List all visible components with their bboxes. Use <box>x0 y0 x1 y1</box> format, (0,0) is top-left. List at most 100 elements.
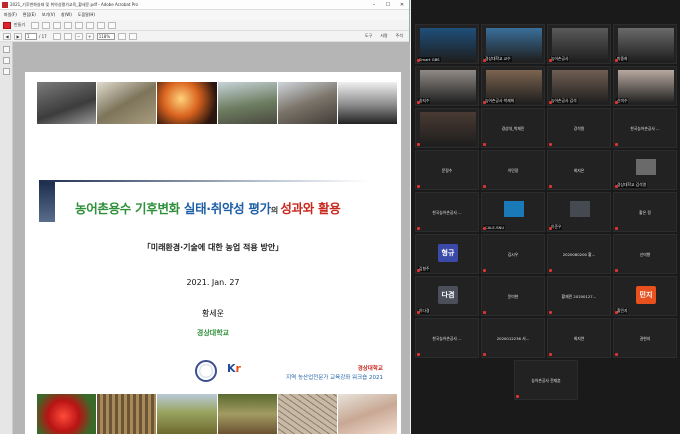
comment-icon[interactable] <box>86 21 95 29</box>
participant-tile[interactable]: 황재민 20200127... <box>547 276 611 316</box>
participant-tile[interactable]: 박중희 <box>613 24 677 64</box>
muted-mic-icon <box>549 185 552 188</box>
kr-logo-r: r <box>235 362 241 375</box>
title-segment-1: 농어촌용수 기후변화 <box>75 201 184 216</box>
muted-mic-icon <box>483 143 486 146</box>
participant-tile[interactable]: 경상대학교 교수 <box>481 24 545 64</box>
participant-tile[interactable]: 한국농어촌공사 ... <box>613 108 677 148</box>
maximize-icon[interactable]: ☐ <box>381 2 395 8</box>
participant-tile[interactable]: 송지수 <box>415 66 479 106</box>
menu-window[interactable]: 창(W) <box>61 12 72 18</box>
bookmarks-icon[interactable] <box>3 57 10 64</box>
participant-tile[interactable]: 이준우 <box>547 192 611 232</box>
minimize-icon[interactable]: – <box>367 2 381 8</box>
photo-livestock <box>337 394 398 434</box>
share-icon[interactable] <box>97 21 106 29</box>
zoom-out-icon[interactable]: − <box>74 32 83 40</box>
participant-tile[interactable]: 최지연 <box>547 318 611 358</box>
muted-mic-icon <box>615 185 618 188</box>
participant-name: 한국농어촌공사 ... <box>432 336 462 341</box>
title-segment-2: 실태·취약성 평가 <box>183 201 271 216</box>
participant-tile[interactable]: 최지은 <box>547 150 611 190</box>
open-icon[interactable] <box>31 21 40 29</box>
toolbar-main: 만들기 <box>0 20 409 31</box>
participant-tile[interactable]: 신미수 <box>613 66 677 106</box>
muted-mic-icon <box>615 59 618 62</box>
close-icon[interactable]: ✕ <box>395 2 409 8</box>
fit-width-icon[interactable] <box>128 32 137 40</box>
menu-help[interactable]: 도움말(H) <box>78 12 95 18</box>
next-page-icon[interactable]: ▶ <box>14 32 22 40</box>
participant-tile[interactable]: 윤미현 <box>481 276 545 316</box>
save-icon[interactable] <box>42 21 51 29</box>
participant-tile[interactable]: 농어촌공사 <box>547 24 611 64</box>
create-button[interactable]: 만들기 <box>14 22 25 28</box>
participant-tile[interactable] <box>415 108 479 148</box>
participant-tile[interactable]: Smart GBS <box>415 24 479 64</box>
participant-name: 최지연 <box>573 336 585 341</box>
select-tool-icon[interactable] <box>52 32 61 40</box>
menu-file[interactable]: 파일(F) <box>4 12 17 18</box>
participant-tile[interactable]: 경상대학교 김석영 <box>613 150 677 190</box>
participant-initials: 민지 <box>636 286 656 304</box>
muted-mic-icon <box>549 59 552 62</box>
muted-mic-icon <box>549 101 552 104</box>
document-area[interactable]: 농어촌용수 기후변화 실태·취약성 평가의 성과와 활용 「미래환경·기술에 대… <box>13 42 410 434</box>
participant-tile[interactable]: 형규 김형주 <box>415 234 479 274</box>
organizer-name: 경상대학교 <box>357 366 383 372</box>
tool-tabs: 도구 서명 주석 <box>357 33 403 39</box>
photo-ruins <box>277 82 337 124</box>
menu-view[interactable]: 보기(V) <box>42 12 55 18</box>
participant-tile[interactable]: 권현지 <box>613 318 677 358</box>
tools-tab[interactable]: 도구 <box>365 33 372 39</box>
participant-tile[interactable]: 농어촌공사 전재훈 <box>514 360 578 400</box>
photo-tomato <box>37 394 97 434</box>
muted-mic-icon <box>516 395 519 398</box>
participant-tile[interactable]: 문정수 <box>415 150 479 190</box>
participant-tile[interactable]: 황은 정 <box>613 192 677 232</box>
participant-tile[interactable]: 2020080200 황... <box>547 234 611 274</box>
participant-name: 농어촌공사 전재훈 <box>531 378 561 383</box>
hand-tool-icon[interactable] <box>63 32 72 40</box>
muted-mic-icon <box>615 143 618 146</box>
comment-tab[interactable]: 주석 <box>396 33 403 39</box>
page-number-input[interactable]: 1 <box>25 32 37 40</box>
muted-mic-icon <box>417 59 420 62</box>
participant-tile[interactable]: 2020012236 서... <box>481 318 545 358</box>
zoom-in-icon[interactable]: + <box>85 32 94 40</box>
page-thumbnails-icon[interactable] <box>3 46 10 53</box>
participant-tile[interactable]: 한국농어촌공사 ... <box>415 192 479 232</box>
desktop: 2021_기후변화실태 및 취약성평가교육_황세운.pdf - Adobe Ac… <box>0 0 680 434</box>
sign-tab[interactable]: 서명 <box>380 33 387 39</box>
participant-tile[interactable]: 이민정 <box>481 150 545 190</box>
participant-tile[interactable]: 김시우 <box>481 234 545 274</box>
university-seal-icon <box>195 360 217 382</box>
participant-tile[interactable]: 강석원 <box>547 108 611 148</box>
menu-edit[interactable]: 편집(E) <box>23 12 36 18</box>
print-icon[interactable] <box>53 21 62 29</box>
photo-firefighter <box>157 82 217 124</box>
email-icon[interactable] <box>75 21 84 29</box>
participant-tile[interactable]: 다겸 이다경 <box>415 276 479 316</box>
zoom-level-input[interactable]: 118% <box>96 32 115 40</box>
participant-tile[interactable]: 민지 황민지 <box>613 276 677 316</box>
muted-mic-icon <box>417 143 420 146</box>
participant-tile[interactable]: 농어촌공사 김석 <box>547 66 611 106</box>
review-icon[interactable] <box>108 21 117 29</box>
muted-mic-icon <box>417 269 420 272</box>
create-pdf-icon[interactable] <box>3 21 11 29</box>
fit-page-icon[interactable] <box>117 32 126 40</box>
participant-tile[interactable]: CALE-SNU <box>481 192 545 232</box>
muted-mic-icon <box>483 311 486 314</box>
slide-title: 농어촌용수 기후변화 실태·취약성 평가의 성과와 활용 <box>75 198 395 217</box>
participant-tile[interactable]: 신미향 <box>613 234 677 274</box>
settings-icon[interactable] <box>64 21 73 29</box>
participant-tile[interactable]: 한국농어촌공사 ... <box>415 318 479 358</box>
prev-page-icon[interactable]: ◀ <box>3 32 11 40</box>
attachments-icon[interactable] <box>3 68 10 75</box>
photo-crops-dry <box>97 394 157 434</box>
muted-mic-icon <box>417 311 420 314</box>
muted-mic-icon <box>483 101 486 104</box>
participant-tile[interactable]: 경상대_박재민 <box>481 108 545 148</box>
participant-tile[interactable]: 농어촌공사 박재희 <box>481 66 545 106</box>
